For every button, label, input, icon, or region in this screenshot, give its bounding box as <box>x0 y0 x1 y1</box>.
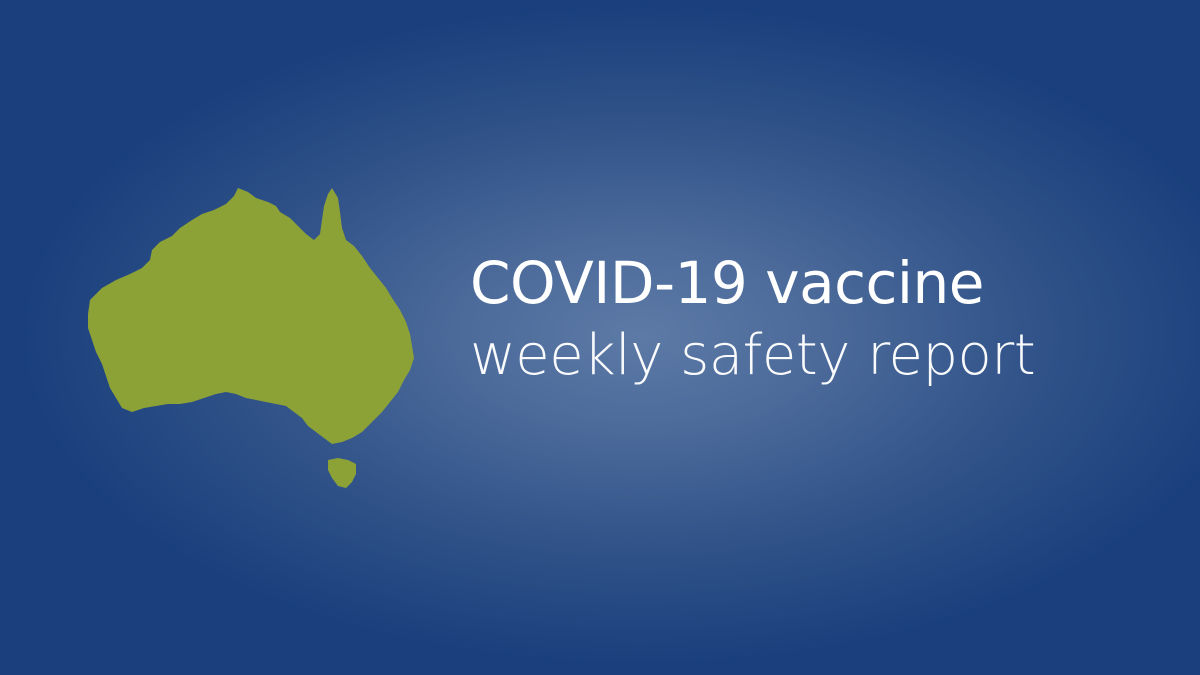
report-title: COVID-19 vaccine weekly safety report <box>470 247 1110 393</box>
tasmania-shape <box>328 458 356 488</box>
report-banner: COVID-19 vaccine weekly safety report <box>0 0 1200 675</box>
australia-map-icon <box>80 180 425 495</box>
title-line-secondary: weekly safety report <box>470 323 1036 388</box>
mainland-shape <box>88 188 414 444</box>
title-line-primary: COVID-19 vaccine <box>470 249 984 317</box>
